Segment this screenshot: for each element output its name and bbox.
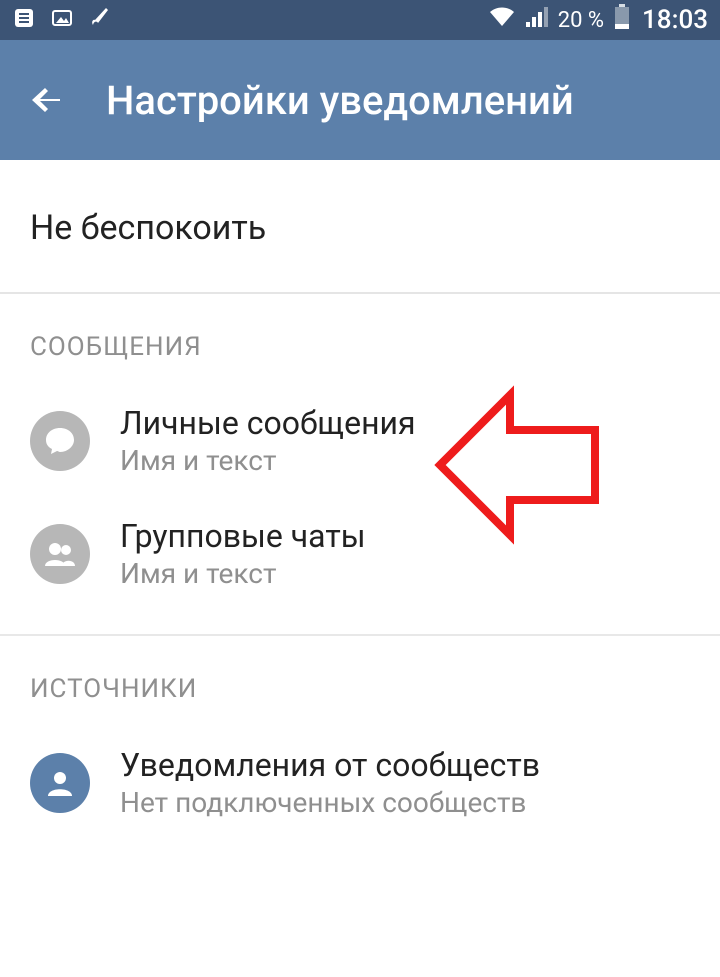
community-notifications-row[interactable]: Уведомления от сообществ Нет подключенны…: [0, 726, 720, 839]
app-bar: Настройки уведомлений: [0, 40, 720, 160]
group-icon: [30, 524, 90, 584]
clock-time: 18:03: [642, 5, 708, 35]
person-icon: [30, 753, 90, 813]
brush-icon: [88, 6, 112, 34]
item-subtitle: Имя и текст: [120, 557, 366, 590]
back-arrow-icon[interactable]: [30, 82, 66, 118]
signal-icon: [524, 6, 548, 34]
doc-icon: [12, 6, 36, 34]
item-title: Групповые чаты: [120, 517, 366, 555]
battery-icon: [614, 4, 630, 36]
group-chats-row[interactable]: Групповые чаты Имя и текст: [0, 497, 720, 610]
private-messages-row[interactable]: Личные сообщения Имя и текст: [0, 384, 720, 497]
item-subtitle: Имя и текст: [120, 444, 416, 477]
section-messages: СООБЩЕНИЯ Личные сообщения Имя и текст Г…: [0, 294, 720, 636]
image-icon: [50, 6, 74, 34]
section-dnd: Не беспокоить: [0, 160, 720, 294]
item-subtitle: Нет подключенных сообществ: [120, 786, 540, 819]
section-header-messages: СООБЩЕНИЯ: [0, 294, 720, 384]
item-title: Личные сообщения: [120, 404, 416, 442]
battery-percent: 20 %: [558, 8, 604, 33]
do-not-disturb-row[interactable]: Не беспокоить: [0, 160, 720, 292]
item-title: Уведомления от сообществ: [120, 746, 540, 784]
status-bar: 20 % 18:03: [0, 0, 720, 40]
wifi-icon: [488, 6, 516, 34]
chat-bubble-icon: [30, 411, 90, 471]
section-header-sources: ИСТОЧНИКИ: [0, 636, 720, 726]
section-sources: ИСТОЧНИКИ Уведомления от сообществ Нет п…: [0, 636, 720, 839]
dnd-label: Не беспокоить: [30, 208, 266, 248]
page-title: Настройки уведомлений: [106, 77, 574, 124]
